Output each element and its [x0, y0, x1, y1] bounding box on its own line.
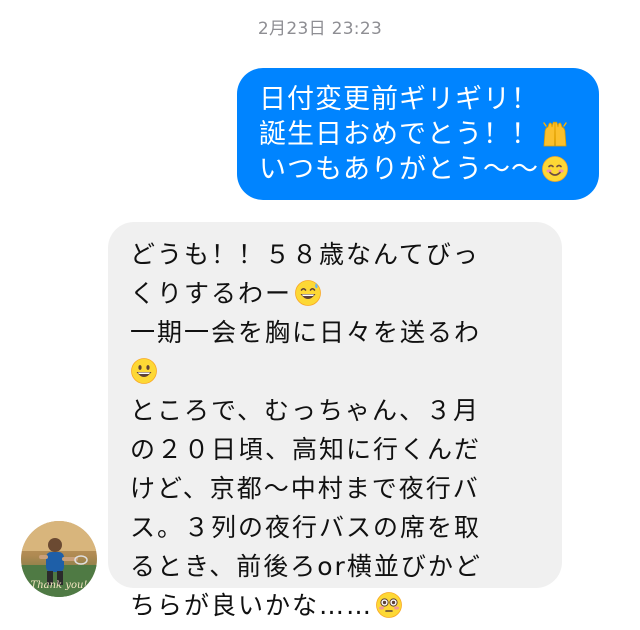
received-message-bubble[interactable]: どうも！！５８歳なんてびっ くりするわー 一期一会を胸に日々を送るわ ところで、… — [108, 222, 562, 620]
sent-message-line: 日付変更前ギリギリ！ — [259, 84, 539, 115]
received-message-line: の２０日頃、高知に行くんだ — [130, 435, 482, 464]
received-message-line: けど、京都〜中村まで夜行バ — [130, 474, 480, 503]
received-message-line: 一期一会を胸に日々を送るわ — [130, 318, 482, 347]
received-message-line: るとき、前後ろor横並びかど — [130, 552, 482, 581]
flushed-face-icon — [375, 591, 403, 630]
received-message-line: ス。３列の夜行バスの席を取 — [130, 513, 482, 542]
received-message-line: どうも！！５８歳なんてびっ — [130, 240, 480, 269]
message-timestamp: 2月23日 23:23 — [257, 19, 383, 39]
avatar[interactable]: Thank you! — [21, 521, 97, 597]
avatar-caption: Thank you! — [30, 580, 88, 591]
sent-message-line: 誕生日おめでとう！！ — [259, 117, 599, 152]
sent-message-line: いつもありがとう〜〜 — [259, 152, 599, 187]
received-message-line: ちらが良いかな…… — [130, 586, 562, 625]
sent-message-bubble[interactable]: 日付変更前ギリギリ！ 誕生日おめでとう！！ いつもありがとう〜〜 — [237, 68, 599, 200]
received-message-line — [130, 352, 562, 391]
received-message-line: ところで、むっちゃん、３月 — [130, 396, 481, 425]
received-message-line: くりするわー — [130, 274, 562, 313]
smiling-face-icon — [541, 155, 569, 192]
